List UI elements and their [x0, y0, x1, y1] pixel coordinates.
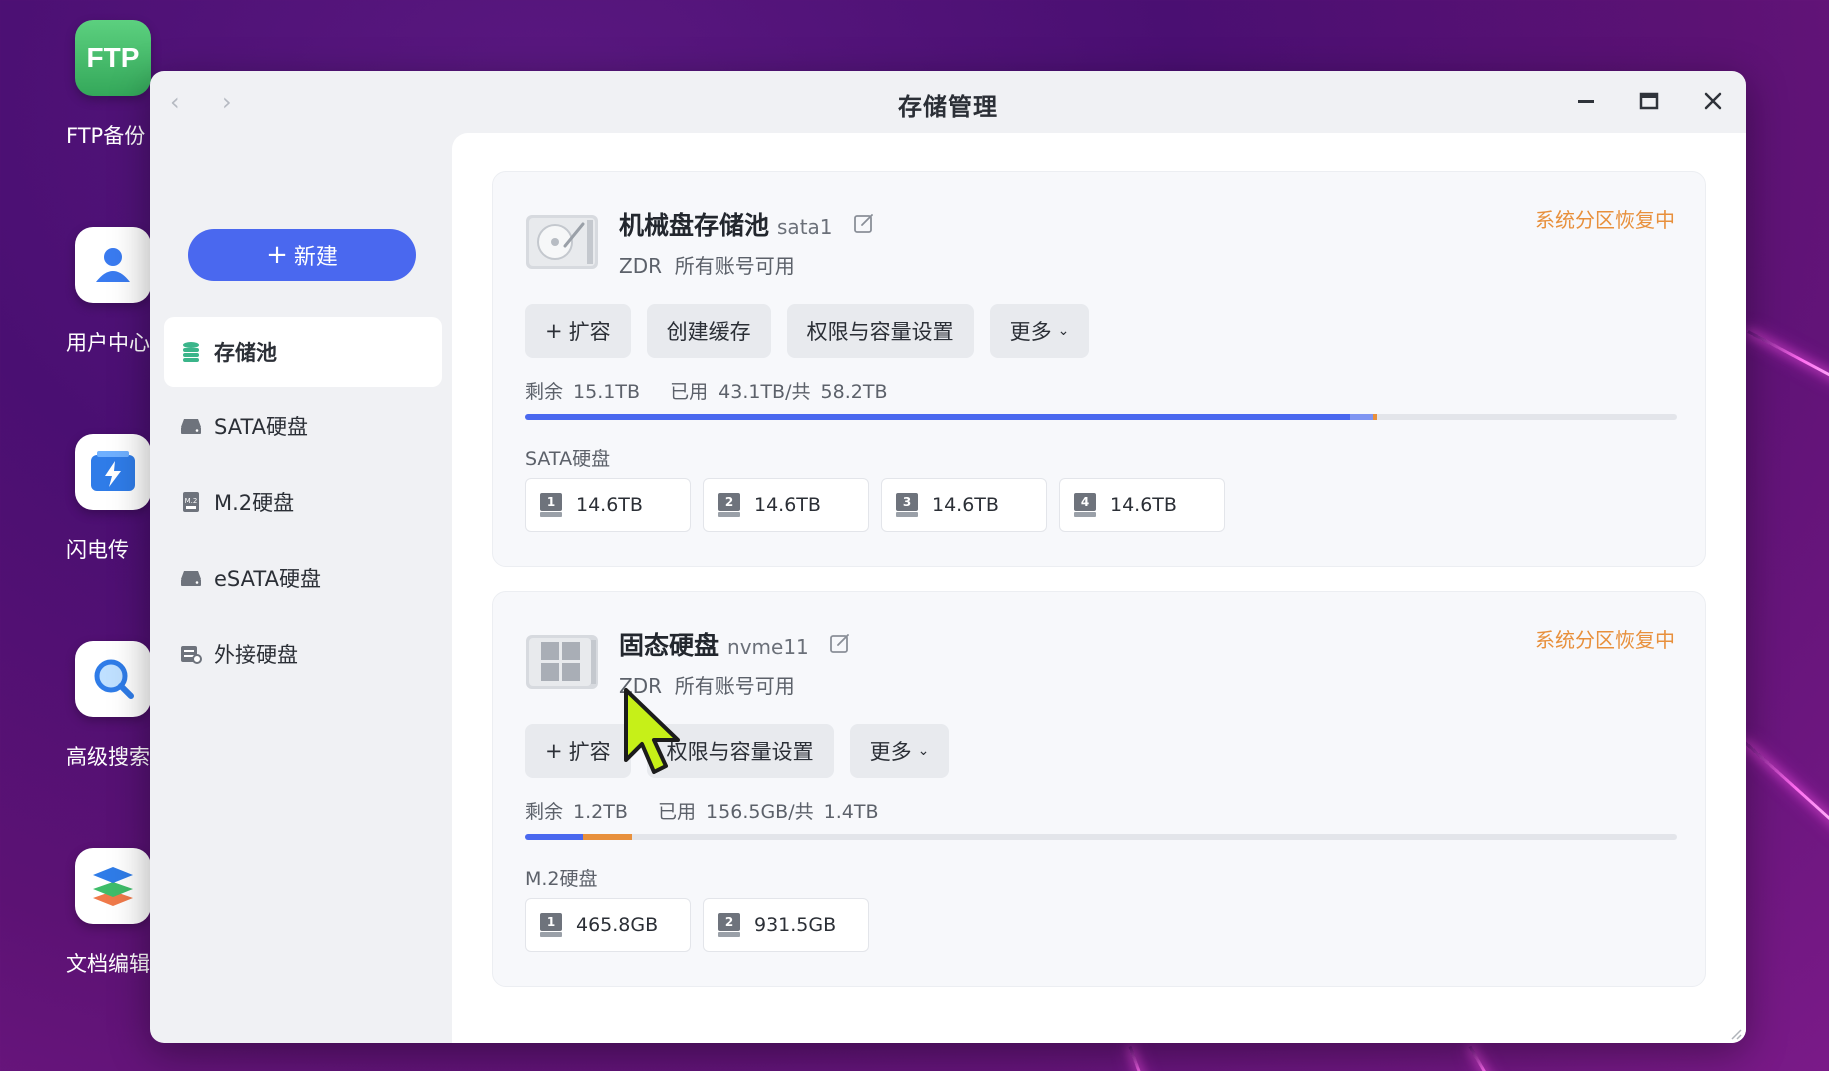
usage-bar-cache [1349, 414, 1378, 420]
disk-size: 14.6TB [1110, 494, 1177, 516]
hdd-icon [180, 567, 202, 589]
minimize-icon [1578, 100, 1594, 103]
pool-status: 系统分区恢复中 [1535, 208, 1675, 232]
database-icon [180, 341, 202, 363]
disk-group-label: M.2硬盘 [525, 868, 598, 890]
window-title: 存储管理 [898, 93, 998, 121]
sidebar-item-label: 外接硬盘 [214, 643, 298, 667]
ftp-icon: FTP [75, 20, 151, 96]
disk-item[interactable]: 1 14.6TB [525, 478, 691, 532]
ssd-icon [525, 634, 599, 690]
pool-usage: 剩余 15.1TB 已用 43.1TB/共 58.2TB [525, 381, 888, 403]
neon-decoration [1128, 1045, 1152, 1071]
pool-title: 固态硬盘 [619, 631, 720, 660]
pool-name: 机械盘存储池 sata1 [619, 206, 875, 242]
sidebar-item-sata[interactable]: SATA硬盘 [164, 391, 442, 461]
expand-button[interactable]: + 扩容 [525, 304, 631, 358]
disk-list: 1 14.6TB 2 14.6TB 3 14.6TB 4 14.6TB [525, 478, 1225, 532]
pool-actions: + 扩容 创建缓存 权限与容量设置 更多 ⌄ [525, 304, 1090, 358]
plus-icon: + [266, 240, 288, 270]
disk-item[interactable]: 1 465.8GB [525, 898, 691, 952]
sidebar-item-label: M.2硬盘 [214, 491, 295, 515]
pool-status: 系统分区恢复中 [1535, 628, 1675, 652]
pool-name: 固态硬盘 nvme11 [619, 626, 851, 662]
more-button[interactable]: 更多 ⌄ [849, 724, 950, 778]
permission-capacity-button[interactable]: 权限与容量设置 [786, 304, 974, 358]
disk-size: 465.8GB [576, 914, 659, 936]
layers-icon [75, 848, 151, 924]
close-icon [1704, 92, 1722, 110]
usage-bar-used [525, 414, 1350, 420]
new-button-label: 新建 [293, 245, 338, 270]
maximize-icon [1639, 92, 1659, 110]
external-drive-icon [180, 643, 202, 665]
more-button[interactable]: 更多 ⌄ [989, 304, 1090, 358]
user-icon [75, 227, 151, 303]
m2-disk-slot-icon: 1 [540, 913, 562, 937]
sidebar-item-esata[interactable]: eSATA硬盘 [164, 543, 442, 613]
sata-disk-slot-icon: 2 [718, 493, 740, 517]
sidebar-item-label: 存储池 [214, 341, 277, 365]
disk-size: 14.6TB [576, 494, 643, 516]
create-cache-button[interactable]: 创建缓存 [646, 304, 771, 358]
sidebar: + 新建 存储池 SATA硬盘 M.2 M.2硬盘 eSATA硬盘 外接硬盘 [150, 133, 452, 1043]
pool-device: nvme11 [727, 635, 809, 659]
usage-bar [525, 414, 1677, 420]
svg-text:M.2: M.2 [185, 497, 198, 505]
hard-disk-icon [525, 214, 599, 270]
m2-icon: M.2 [180, 491, 202, 513]
plus-icon: + [545, 739, 563, 763]
sata-disk-slot-icon: 4 [1074, 493, 1096, 517]
plus-icon: + [545, 319, 563, 343]
usage-bar-used [525, 834, 583, 840]
sidebar-item-external[interactable]: 外接硬盘 [164, 619, 442, 689]
sata-disk-slot-icon: 1 [540, 493, 562, 517]
usage-bar-cache [582, 834, 633, 840]
sidebar-item-m2[interactable]: M.2 M.2硬盘 [164, 467, 442, 537]
neon-decoration [1747, 330, 1829, 390]
neon-decoration [1742, 740, 1829, 837]
hdd-icon [180, 415, 202, 437]
maximize-button[interactable] [1633, 85, 1665, 117]
main-content: 机械盘存储池 sata1 ZDR 所有账号可用 系统分区恢复中 + 扩容 创建缓存… [452, 133, 1746, 1043]
new-button[interactable]: + 新建 [188, 229, 416, 281]
sata-disk-slot-icon: 3 [896, 493, 918, 517]
titlebar: ‹ › 存储管理 [150, 71, 1746, 133]
disk-size: 14.6TB [754, 494, 821, 516]
disk-size: 14.6TB [932, 494, 999, 516]
pool-device: sata1 [777, 215, 833, 239]
disk-item[interactable]: 3 14.6TB [881, 478, 1047, 532]
disk-item[interactable]: 4 14.6TB [1059, 478, 1225, 532]
storage-pool-card: 机械盘存储池 sata1 ZDR 所有账号可用 系统分区恢复中 + 扩容 创建缓存… [492, 171, 1706, 567]
chevron-down-icon: ⌄ [1057, 323, 1070, 339]
storage-manager-window: ‹ › 存储管理 + 新建 存储池 SATA硬盘 M.2 M.2硬盘 eSATA… [150, 71, 1746, 1043]
close-button[interactable] [1697, 85, 1729, 117]
chevron-down-icon: ⌄ [917, 743, 930, 759]
expand-button[interactable]: + 扩容 [525, 724, 631, 778]
usage-bar [525, 834, 1677, 840]
disk-size: 931.5GB [754, 914, 837, 936]
pool-usage: 剩余 1.2TB 已用 156.5GB/共 1.4TB [525, 801, 879, 823]
search-icon [75, 641, 151, 717]
disk-item[interactable]: 2 14.6TB [703, 478, 869, 532]
m2-disk-slot-icon: 2 [718, 913, 740, 937]
pool-actions: + 扩容 权限与容量设置 更多 ⌄ [525, 724, 950, 778]
storage-pool-card: 固态硬盘 nvme11 ZDR 所有账号可用 系统分区恢复中 + 扩容 权限与容量… [492, 591, 1706, 987]
lightning-transfer-icon [75, 434, 151, 510]
sidebar-item-label: SATA硬盘 [214, 415, 309, 439]
sidebar-item-label: eSATA硬盘 [214, 567, 321, 591]
neon-decoration [1468, 1045, 1502, 1071]
disk-group-label: SATA硬盘 [525, 448, 611, 470]
resize-grip-icon[interactable] [1728, 1025, 1742, 1040]
pool-title: 机械盘存储池 [619, 211, 770, 240]
disk-list: 1 465.8GB 2 931.5GB [525, 898, 869, 952]
disk-item[interactable]: 2 931.5GB [703, 898, 869, 952]
sidebar-item-storage-pool[interactable]: 存储池 [164, 317, 442, 387]
mouse-cursor-icon [622, 686, 686, 778]
minimize-button[interactable] [1570, 85, 1602, 117]
pool-subtitle: ZDR 所有账号可用 [619, 254, 795, 278]
edit-icon[interactable] [829, 631, 851, 653]
edit-icon[interactable] [853, 211, 875, 233]
